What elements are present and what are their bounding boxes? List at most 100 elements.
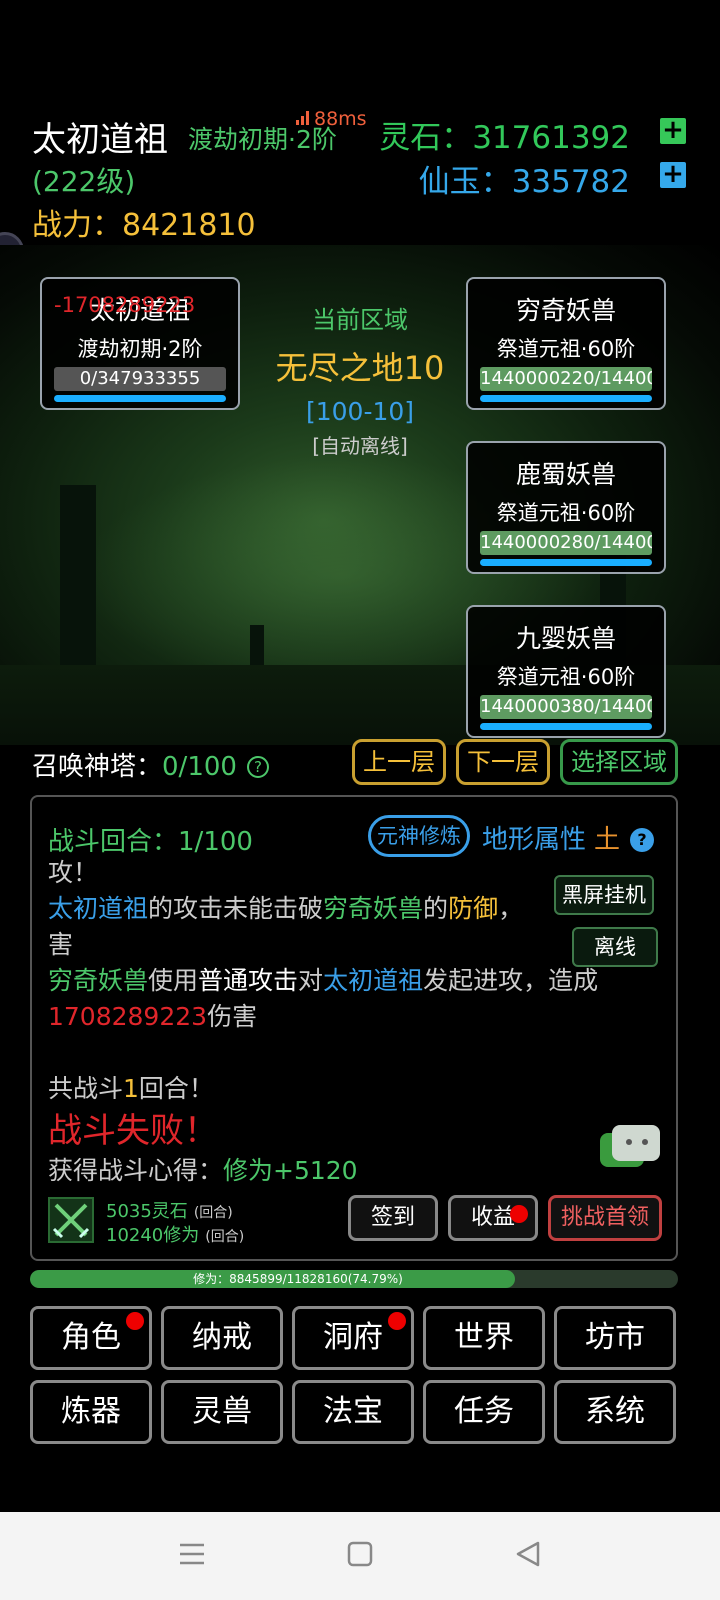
log-line: 太初道祖的攻击未能击破穷奇妖兽的防御， (48, 889, 523, 925)
player-hp-bar (54, 395, 226, 402)
notification-dot (388, 1312, 406, 1330)
reward-lingshi-value: 5035灵石 (106, 1201, 188, 1222)
xianyu-value: 335782 (511, 164, 630, 200)
menu-system-button[interactable]: 系统 (554, 1380, 676, 1444)
notification-dot (510, 1205, 528, 1223)
offline-button[interactable]: 离线 (572, 927, 658, 967)
player-hp-text: 0/347933355 (54, 367, 226, 391)
lingshi-currency: 灵石：31761392 (379, 112, 630, 157)
tower-value: 0/100 (162, 752, 237, 782)
player-name: 太初道祖 (32, 120, 168, 160)
lingshi-value: 31761392 (472, 120, 630, 156)
signal-icon (296, 111, 312, 125)
enemy-hp-text: 1440000280/14400 (480, 531, 652, 555)
black-screen-afk-button[interactable]: 黑屏挂机 (554, 875, 654, 915)
enemy-name: 九婴妖兽 (515, 624, 616, 653)
next-floor-button[interactable]: 下一层 (456, 739, 550, 785)
add-xianyu-button[interactable]: + (660, 161, 686, 188)
enemy-hp-text: 1440000380/14400 (480, 695, 652, 719)
enemy-hp-text: 1440000220/14400 (480, 367, 652, 391)
log-attacker: 穷奇妖兽 (48, 966, 149, 995)
menu-world-button[interactable]: 世界 (423, 1306, 545, 1370)
log-keyword: 防御 (448, 894, 499, 923)
combat-power: 战力：8421810 (32, 200, 256, 244)
current-area: 当前区域 无尽之地10 [100-10] [自动离线] (240, 300, 480, 459)
round-count: 1 (123, 1074, 139, 1103)
enemy-realm: 祭道元祖·60阶 (496, 665, 636, 689)
battle-log-panel: 战斗回合：1/100 元神修炼 地形属性土? 攻！ 太初道祖的攻击未能击破穷奇妖… (30, 795, 678, 1261)
terrain-attribute: 地形属性土? (482, 819, 655, 856)
cultivation-progress-bar: 修为：8845899/11828160(74.79%) (30, 1270, 678, 1288)
log-target: 穷奇妖兽 (323, 894, 424, 923)
log-text: 对 (298, 966, 324, 995)
add-lingshi-button[interactable]: + (660, 117, 686, 144)
xianyu-label: 仙玉： (418, 164, 512, 200)
crossed-swords-icon (48, 1197, 94, 1243)
log-line: 害 (48, 925, 73, 961)
menu-ring-button[interactable]: 纳戒 (161, 1306, 283, 1370)
select-area-button[interactable]: 选择区域 (560, 739, 678, 785)
challenge-boss-button[interactable]: 挑战首领 (548, 1195, 662, 1241)
enemy-name: 鹿蜀妖兽 (515, 460, 616, 489)
gain-label: 获得战斗心得： (48, 1156, 224, 1185)
log-line: 攻！ (48, 853, 98, 889)
battle-result: 战斗失败！ (48, 1111, 218, 1151)
enemy-hp-bar (480, 395, 652, 402)
enemy-card[interactable]: 穷奇妖兽 祭道元祖·60阶 1440000220/14400 (466, 277, 666, 410)
player-card[interactable]: 太初道祖 -1708289223 渡劫初期·2阶 0/347933355 (40, 277, 240, 410)
back-triangle-icon[interactable] (514, 1540, 542, 1568)
chat-icon[interactable] (600, 1125, 660, 1171)
status-header: 太初道祖 渡劫初期·2阶 88ms (222级) 战力：8421810 灵石：3… (0, 0, 720, 270)
player-level: (222级) (32, 165, 136, 198)
log-damage: 1708289223 (48, 1002, 208, 1031)
menu-treasure-button[interactable]: 法宝 (292, 1380, 414, 1444)
reward-unit: (回合) (205, 1229, 245, 1245)
log-line: 穷奇妖兽使用普通攻击对太初道祖发起进攻，造成 (48, 961, 598, 997)
income-label: 收益 (470, 1205, 515, 1230)
power-label: 战力： (32, 208, 122, 243)
reward-xiuwei: 10240修为 (回合) (106, 1221, 244, 1247)
log-text: 害 (48, 930, 74, 959)
power-value: 8421810 (122, 208, 256, 243)
enemy-hp-bar (480, 723, 652, 730)
battle-summary: 共战斗1回合！ (48, 1069, 214, 1105)
log-text: 的 (423, 894, 449, 923)
prev-floor-button[interactable]: 上一层 (352, 739, 446, 785)
battle-gain: 获得战斗心得：修为+5120 (48, 1151, 358, 1187)
help-icon[interactable]: ? (246, 756, 269, 778)
xianyu-currency: 仙玉：335782 (419, 156, 630, 201)
log-text: 回合！ (138, 1074, 214, 1103)
hamburger-icon[interactable] (178, 1540, 206, 1568)
menu-quest-button[interactable]: 任务 (423, 1380, 545, 1444)
terrain-help-icon[interactable]: ? (630, 828, 655, 852)
notification-dot (126, 1312, 144, 1330)
log-text: ， (498, 894, 524, 923)
damage-float-text: -1708289223 (54, 293, 196, 317)
terrain-label: 地形属性 (482, 825, 587, 855)
signin-button[interactable]: 签到 (348, 1195, 438, 1241)
log-skill: 普通攻击 (198, 966, 299, 995)
ping-indicator: 88ms (296, 108, 367, 130)
reward-unit: (回合) (193, 1205, 233, 1221)
system-navigation-bar (0, 1512, 720, 1600)
yuanshen-training-button[interactable]: 元神修炼 (368, 815, 470, 857)
menu-pet-button[interactable]: 灵兽 (161, 1380, 283, 1444)
gain-value: 修为+5120 (223, 1156, 358, 1185)
progress-text: 修为：8845899/11828160(74.79%) (193, 1272, 403, 1286)
enemy-name: 穷奇妖兽 (515, 296, 616, 325)
enemy-card[interactable]: 鹿蜀妖兽 祭道元祖·60阶 1440000280/14400 (466, 441, 666, 574)
player-card-realm: 渡劫初期·2阶 (77, 337, 203, 361)
area-label: 当前区域 (312, 306, 408, 334)
area-range: [100-10] (305, 397, 415, 426)
square-icon[interactable] (346, 1540, 374, 1568)
enemy-card[interactable]: 九婴妖兽 祭道元祖·60阶 1440000380/14400 (466, 605, 666, 738)
log-text: 的攻击未能击破 (148, 894, 324, 923)
log-target: 太初道祖 (323, 966, 424, 995)
round-value: 1/100 (178, 827, 253, 857)
menu-forge-button[interactable]: 炼器 (30, 1380, 152, 1444)
summon-tower: 召唤神塔：0/100? (32, 746, 269, 783)
log-text: 使用 (148, 966, 199, 995)
menu-market-button[interactable]: 坊市 (554, 1306, 676, 1370)
enemy-realm: 祭道元祖·60阶 (496, 501, 636, 525)
ping-value: 88ms (314, 108, 367, 130)
